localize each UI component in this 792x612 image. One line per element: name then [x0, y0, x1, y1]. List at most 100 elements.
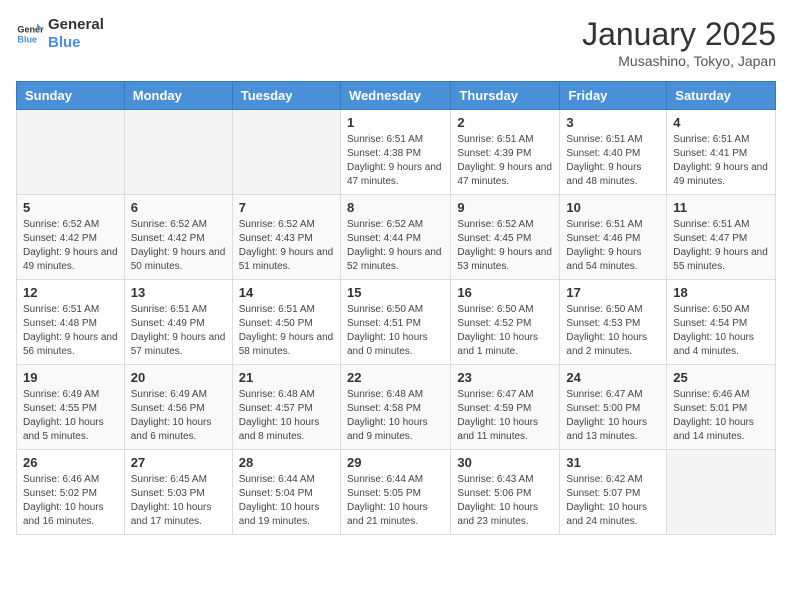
day-info: Sunrise: 6:51 AM Sunset: 4:40 PM Dayligh… [566, 133, 660, 189]
calendar-cell: 25 Sunrise: 6:46 AM Sunset: 5:01 PM Dayli… [667, 365, 776, 450]
calendar-cell: 23 Sunrise: 6:47 AM Sunset: 4:59 PM Dayli… [451, 365, 560, 450]
calendar-cell [232, 110, 340, 195]
day-number: 5 [23, 200, 118, 215]
calendar-title: January 2025 [582, 16, 776, 53]
calendar-cell: 11 Sunrise: 6:51 AM Sunset: 4:47 PM Dayli… [667, 195, 776, 280]
calendar-cell: 13 Sunrise: 6:51 AM Sunset: 4:49 PM Dayli… [124, 280, 232, 365]
calendar-cell: 14 Sunrise: 6:51 AM Sunset: 4:50 PM Dayli… [232, 280, 340, 365]
calendar-subtitle: Musashino, Tokyo, Japan [582, 53, 776, 69]
day-number: 19 [23, 370, 118, 385]
calendar-week-row: 12 Sunrise: 6:51 AM Sunset: 4:48 PM Dayli… [17, 280, 776, 365]
day-number: 13 [131, 285, 226, 300]
day-number: 3 [566, 115, 660, 130]
day-info: Sunrise: 6:50 AM Sunset: 4:52 PM Dayligh… [457, 303, 553, 359]
weekday-header-tuesday: Tuesday [232, 82, 340, 110]
day-info: Sunrise: 6:46 AM Sunset: 5:01 PM Dayligh… [673, 388, 769, 444]
day-number: 9 [457, 200, 553, 215]
day-number: 10 [566, 200, 660, 215]
calendar-cell: 21 Sunrise: 6:48 AM Sunset: 4:57 PM Dayli… [232, 365, 340, 450]
day-number: 28 [239, 455, 334, 470]
calendar-week-row: 26Sunrise: 6:46 AM Sunset: 5:02 PM Dayli… [17, 450, 776, 535]
calendar-cell: 1Sunrise: 6:51 AM Sunset: 4:38 PM Daylig… [340, 110, 450, 195]
calendar-week-row: 5 Sunrise: 6:52 AM Sunset: 4:42 PM Daylig… [17, 195, 776, 280]
calendar-cell: 7 Sunrise: 6:52 AM Sunset: 4:43 PM Daylig… [232, 195, 340, 280]
calendar-cell: 29 Sunrise: 6:44 AM Sunset: 5:05 PM Dayli… [340, 450, 450, 535]
day-info: Sunrise: 6:48 AM Sunset: 4:57 PM Dayligh… [239, 388, 334, 444]
day-info: Sunrise: 6:44 AM Sunset: 5:04 PM Dayligh… [239, 473, 334, 529]
day-number: 24 [566, 370, 660, 385]
calendar-cell [667, 450, 776, 535]
logo-icon: General Blue [16, 20, 44, 48]
day-number: 22 [347, 370, 444, 385]
day-info: Sunrise: 6:51 AM Sunset: 4:47 PM Dayligh… [673, 218, 769, 274]
day-info: Sunrise: 6:47 AM Sunset: 5:00 PM Dayligh… [566, 388, 660, 444]
day-number: 12 [23, 285, 118, 300]
logo: General Blue General Blue [16, 16, 104, 52]
day-info: Sunrise: 6:51 AM Sunset: 4:38 PM Dayligh… [347, 133, 444, 189]
logo-blue: Blue [48, 34, 104, 52]
calendar-cell: 8 Sunrise: 6:52 AM Sunset: 4:44 PM Daylig… [340, 195, 450, 280]
day-number: 23 [457, 370, 553, 385]
day-number: 31 [566, 455, 660, 470]
day-info: Sunrise: 6:51 AM Sunset: 4:41 PM Dayligh… [673, 133, 769, 189]
day-info: Sunrise: 6:51 AM Sunset: 4:46 PM Dayligh… [566, 218, 660, 274]
day-number: 2 [457, 115, 553, 130]
day-info: Sunrise: 6:52 AM Sunset: 4:42 PM Dayligh… [131, 218, 226, 274]
calendar-cell: 10 Sunrise: 6:51 AM Sunset: 4:46 PM Dayli… [560, 195, 667, 280]
day-info: Sunrise: 6:52 AM Sunset: 4:45 PM Dayligh… [457, 218, 553, 274]
calendar-cell [124, 110, 232, 195]
weekday-header-monday: Monday [124, 82, 232, 110]
day-number: 29 [347, 455, 444, 470]
day-info: Sunrise: 6:50 AM Sunset: 4:51 PM Dayligh… [347, 303, 444, 359]
day-info: Sunrise: 6:44 AM Sunset: 5:05 PM Dayligh… [347, 473, 444, 529]
calendar-cell: 5Sunrise: 6:52 AM Sunset: 4:42 PM Daylig… [17, 195, 125, 280]
svg-text:General: General [17, 25, 44, 35]
day-number: 20 [131, 370, 226, 385]
weekday-header-row: SundayMondayTuesdayWednesdayThursdayFrid… [17, 82, 776, 110]
day-number: 27 [131, 455, 226, 470]
day-info: Sunrise: 6:50 AM Sunset: 4:53 PM Dayligh… [566, 303, 660, 359]
weekday-header-friday: Friday [560, 82, 667, 110]
day-number: 26 [23, 455, 118, 470]
day-number: 11 [673, 200, 769, 215]
day-info: Sunrise: 6:43 AM Sunset: 5:06 PM Dayligh… [457, 473, 553, 529]
day-info: Sunrise: 6:49 AM Sunset: 4:55 PM Dayligh… [23, 388, 118, 444]
day-info: Sunrise: 6:51 AM Sunset: 4:39 PM Dayligh… [457, 133, 553, 189]
day-number: 8 [347, 200, 444, 215]
day-number: 14 [239, 285, 334, 300]
weekday-header-wednesday: Wednesday [340, 82, 450, 110]
calendar-cell: 3 Sunrise: 6:51 AM Sunset: 4:40 PM Daylig… [560, 110, 667, 195]
day-number: 16 [457, 285, 553, 300]
calendar-week-row: 19 Sunrise: 6:49 AM Sunset: 4:55 PM Dayli… [17, 365, 776, 450]
calendar-cell: 20Sunrise: 6:49 AM Sunset: 4:56 PM Dayli… [124, 365, 232, 450]
day-number: 25 [673, 370, 769, 385]
calendar-cell: 22Sunrise: 6:48 AM Sunset: 4:58 PM Dayli… [340, 365, 450, 450]
day-info: Sunrise: 6:51 AM Sunset: 4:48 PM Dayligh… [23, 303, 118, 359]
day-number: 21 [239, 370, 334, 385]
calendar-cell: 9 Sunrise: 6:52 AM Sunset: 4:45 PM Daylig… [451, 195, 560, 280]
calendar-cell: 4Sunrise: 6:51 AM Sunset: 4:41 PM Daylig… [667, 110, 776, 195]
day-info: Sunrise: 6:52 AM Sunset: 4:43 PM Dayligh… [239, 218, 334, 274]
calendar-cell: 2 Sunrise: 6:51 AM Sunset: 4:39 PM Daylig… [451, 110, 560, 195]
weekday-header-sunday: Sunday [17, 82, 125, 110]
calendar-cell: 27Sunrise: 6:45 AM Sunset: 5:03 PM Dayli… [124, 450, 232, 535]
day-info: Sunrise: 6:51 AM Sunset: 4:50 PM Dayligh… [239, 303, 334, 359]
title-area: January 2025 Musashino, Tokyo, Japan [582, 16, 776, 69]
day-number: 7 [239, 200, 334, 215]
day-info: Sunrise: 6:42 AM Sunset: 5:07 PM Dayligh… [566, 473, 660, 529]
page-header: General Blue General Blue January 2025 M… [16, 16, 776, 69]
calendar-cell: 16 Sunrise: 6:50 AM Sunset: 4:52 PM Dayli… [451, 280, 560, 365]
weekday-header-saturday: Saturday [667, 82, 776, 110]
day-info: Sunrise: 6:51 AM Sunset: 4:49 PM Dayligh… [131, 303, 226, 359]
day-info: Sunrise: 6:47 AM Sunset: 4:59 PM Dayligh… [457, 388, 553, 444]
calendar-cell: 30 Sunrise: 6:43 AM Sunset: 5:06 PM Dayli… [451, 450, 560, 535]
day-number: 17 [566, 285, 660, 300]
day-info: Sunrise: 6:52 AM Sunset: 4:44 PM Dayligh… [347, 218, 444, 274]
calendar-cell: 15 Sunrise: 6:50 AM Sunset: 4:51 PM Dayli… [340, 280, 450, 365]
calendar-cell: 17 Sunrise: 6:50 AM Sunset: 4:53 PM Dayli… [560, 280, 667, 365]
day-number: 15 [347, 285, 444, 300]
calendar-cell: 6Sunrise: 6:52 AM Sunset: 4:42 PM Daylig… [124, 195, 232, 280]
day-number: 30 [457, 455, 553, 470]
calendar-cell: 31 Sunrise: 6:42 AM Sunset: 5:07 PM Dayli… [560, 450, 667, 535]
calendar-cell [17, 110, 125, 195]
